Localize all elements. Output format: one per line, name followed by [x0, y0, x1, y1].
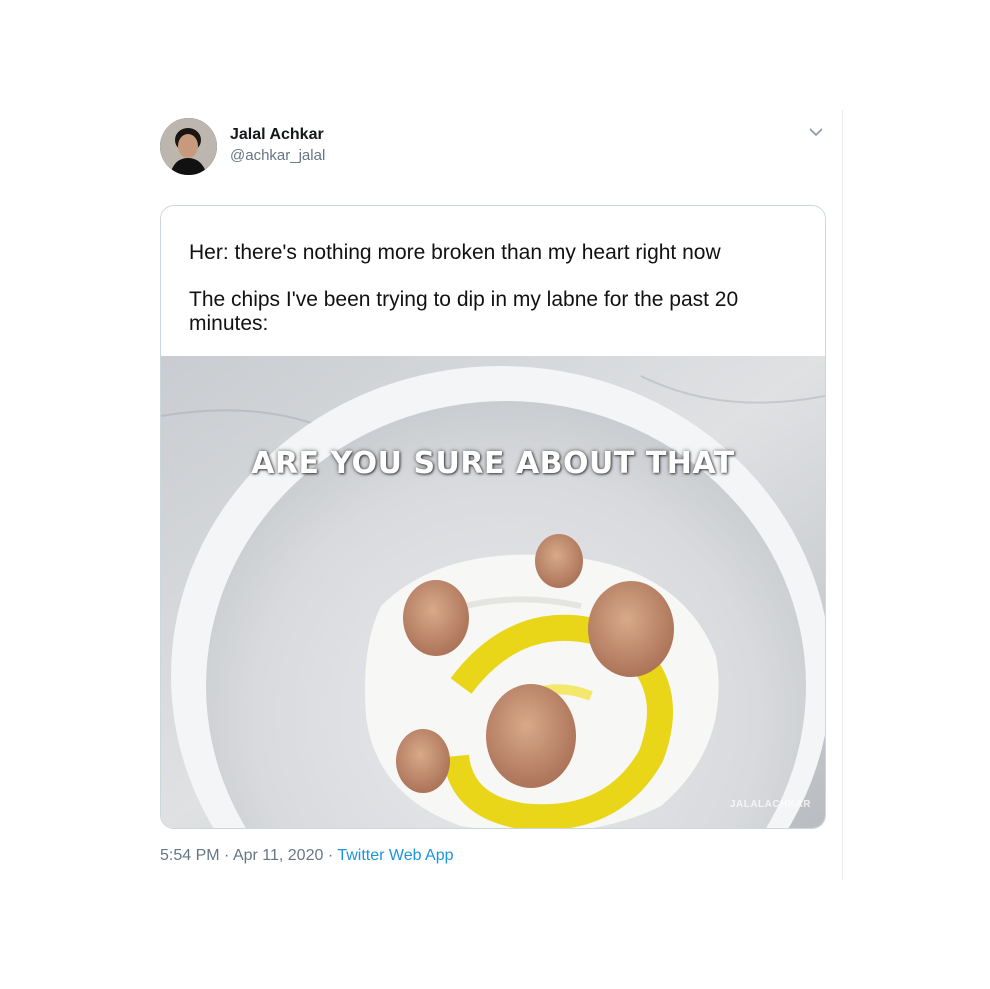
source-app-link[interactable]: Twitter Web App — [337, 847, 453, 864]
column-divider — [842, 110, 843, 880]
meta-separator: · — [323, 847, 338, 864]
chevron-down-icon[interactable] — [806, 124, 826, 140]
labneh-bowl-photo — [161, 356, 825, 828]
display-name[interactable]: Jalal Achkar — [230, 126, 324, 144]
avatar-photo — [160, 118, 217, 175]
meme-text-line-1: Her: there's nothing more broken than my… — [189, 241, 721, 264]
user-handle[interactable]: @achkar_jalal — [230, 147, 325, 164]
tweet-meta: 5:54 PM · Apr 11, 2020 · Twitter Web App — [160, 847, 454, 865]
meme-text-line-2: The chips I've been trying to dip in my … — [189, 288, 739, 335]
meme-image[interactable]: ARE YOU SURE ABOUT THAT JALALACHKAR — [161, 356, 825, 828]
watermark: JALALACHKAR — [729, 799, 811, 810]
meme-text-panel: Her: there's nothing more broken than my… — [161, 206, 825, 356]
tweet-date[interactable]: Apr 11, 2020 — [233, 847, 323, 864]
meta-separator: · — [219, 847, 233, 864]
meme-caption: ARE YOU SURE ABOUT THAT — [251, 446, 735, 481]
avatar[interactable] — [160, 118, 217, 175]
tweet-time[interactable]: 5:54 PM — [160, 847, 220, 864]
tweet-media-card[interactable]: Her: there's nothing more broken than my… — [160, 205, 826, 829]
